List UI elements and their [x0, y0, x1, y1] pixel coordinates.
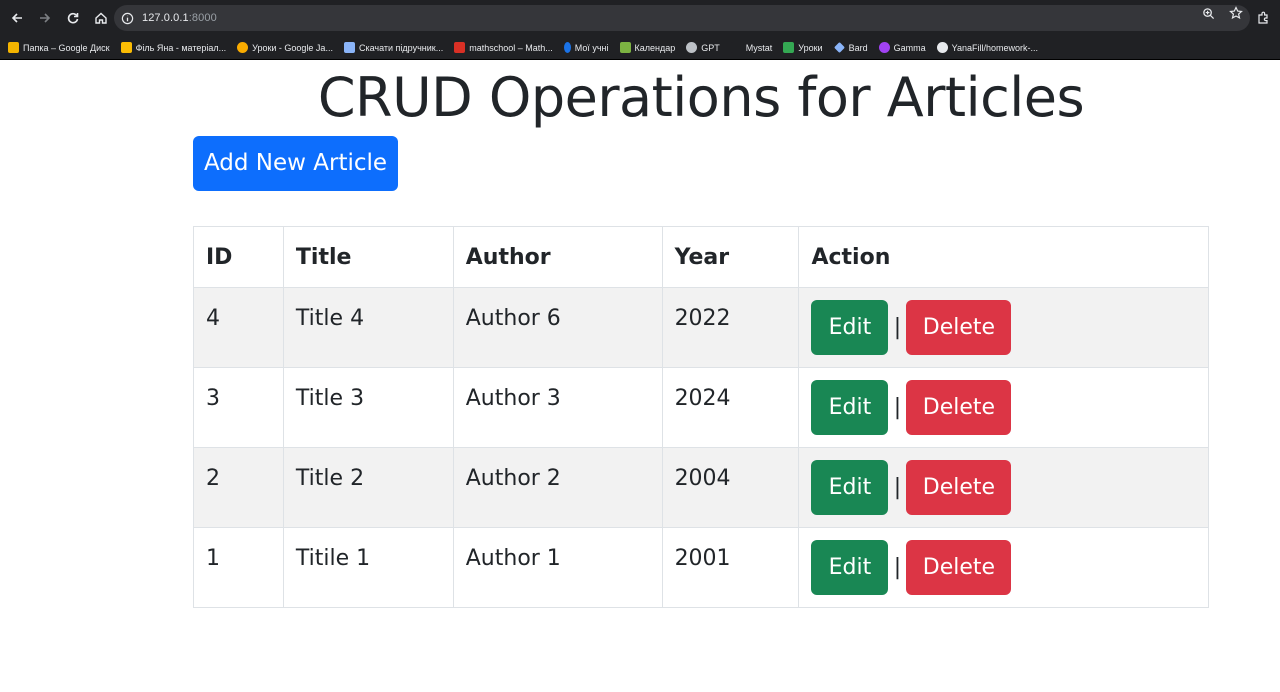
bookmark-item[interactable]: Gamma — [878, 42, 926, 53]
cell-actions: Edit | Delete — [798, 287, 1209, 368]
google-drive-icon — [8, 42, 19, 53]
bookmark-item[interactable]: Філь Яна - матеріал... — [120, 42, 226, 53]
cell-author: Author 2 — [452, 447, 663, 528]
calendar-icon — [619, 42, 631, 53]
browser-toolbar: 127.0.0.1:8000 — [0, 0, 1280, 36]
table-row: 2 Title 2 Author 2 2004 Edit | Delete — [193, 447, 1209, 528]
back-arrow-icon[interactable] — [4, 5, 30, 31]
delete-button[interactable]: Delete — [906, 300, 1012, 355]
table-row: 4 Title 4 Author 6 2022 Edit | Delete — [193, 287, 1209, 368]
header-id: ID — [193, 226, 284, 288]
bookmark-item[interactable]: mathschool – Math... — [454, 42, 553, 53]
header-action: Action — [798, 226, 1209, 288]
header-title: Title — [282, 226, 454, 288]
cell-year: 2022 — [661, 287, 800, 368]
reload-icon[interactable] — [60, 5, 86, 31]
cell-year: 2024 — [661, 367, 800, 448]
bookmark-star-icon[interactable] — [1228, 5, 1244, 21]
mathschool-icon — [454, 42, 466, 53]
gpt-icon — [686, 42, 698, 53]
table-row: 3 Title 3 Author 3 2024 Edit | Delete — [193, 367, 1209, 448]
extensions-icon[interactable] — [1254, 9, 1272, 27]
cell-author: Author 3 — [452, 367, 663, 448]
bookmark-item[interactable]: Скачати підручник... — [343, 42, 443, 53]
cell-id: 2 — [193, 447, 284, 528]
cell-actions: Edit | Delete — [798, 527, 1209, 608]
github-icon — [936, 42, 948, 53]
bookmark-item[interactable]: Bard — [833, 42, 868, 53]
cell-id: 1 — [193, 527, 284, 608]
cell-title: Titile 1 — [282, 527, 454, 608]
cell-author: Author 6 — [452, 287, 663, 368]
edit-button[interactable]: Edit — [811, 460, 889, 515]
cell-title: Title 4 — [282, 287, 454, 368]
site-info-icon[interactable] — [120, 11, 134, 25]
cell-id: 4 — [193, 287, 284, 368]
mystat-icon — [730, 42, 742, 53]
delete-button[interactable]: Delete — [906, 460, 1012, 515]
cell-title: Title 2 — [282, 447, 454, 528]
address-bar[interactable]: 127.0.0.1:8000 — [114, 5, 1250, 31]
separator: | — [893, 475, 902, 500]
bard-sparkle-icon — [833, 42, 845, 53]
bookmark-item[interactable]: Мої учні — [563, 42, 609, 53]
url-text: 127.0.0.1:8000 — [142, 12, 217, 24]
cell-title: Title 3 — [282, 367, 454, 448]
cell-year: 2004 — [661, 447, 800, 528]
hand-icon — [237, 42, 249, 53]
edit-button[interactable]: Edit — [811, 380, 889, 435]
bookmark-item[interactable]: Mystat — [730, 42, 772, 53]
add-article-button[interactable]: Add New Article — [193, 136, 398, 191]
gamma-icon — [878, 42, 890, 53]
edit-button[interactable]: Edit — [811, 540, 889, 595]
cell-id: 3 — [193, 367, 284, 448]
cell-actions: Edit | Delete — [798, 447, 1209, 528]
cell-author: Author 1 — [452, 527, 663, 608]
cell-actions: Edit | Delete — [798, 367, 1209, 448]
separator: | — [893, 315, 902, 340]
students-icon — [563, 42, 571, 53]
bookmark-item[interactable]: YanaFill/homework-... — [936, 42, 1038, 53]
bookmark-item[interactable]: Уроки - Google Ja... — [237, 42, 333, 53]
separator: | — [893, 555, 902, 580]
delete-button[interactable]: Delete — [906, 540, 1012, 595]
zoom-icon[interactable] — [1200, 5, 1216, 21]
slides-icon — [120, 42, 132, 53]
page-title: CRUD Operations for Articles — [317, 66, 1085, 129]
bookmark-item[interactable]: Папка – Google Диск — [8, 42, 110, 53]
separator: | — [893, 395, 902, 420]
table-header-row: ID Title Author Year Action — [193, 226, 1209, 288]
cell-year: 2001 — [661, 527, 800, 608]
bookmarks-bar: Папка – Google Диск Філь Яна - матеріал.… — [0, 36, 1280, 60]
header-year: Year — [661, 226, 800, 288]
bookmark-item[interactable]: Календар — [619, 42, 675, 53]
bookmark-item[interactable]: GPT — [686, 42, 720, 53]
book-icon — [343, 42, 355, 53]
delete-button[interactable]: Delete — [906, 380, 1012, 435]
edit-button[interactable]: Edit — [811, 300, 889, 355]
table-row: 1 Titile 1 Author 1 2001 Edit | Delete — [193, 527, 1209, 608]
bookmark-item[interactable]: Уроки — [783, 42, 823, 53]
meet-icon — [783, 42, 795, 53]
header-author: Author — [452, 226, 663, 288]
forward-arrow-icon[interactable] — [32, 5, 58, 31]
home-icon[interactable] — [88, 5, 114, 31]
articles-table: ID Title Author Year Action 4 Title 4 Au… — [193, 226, 1209, 608]
